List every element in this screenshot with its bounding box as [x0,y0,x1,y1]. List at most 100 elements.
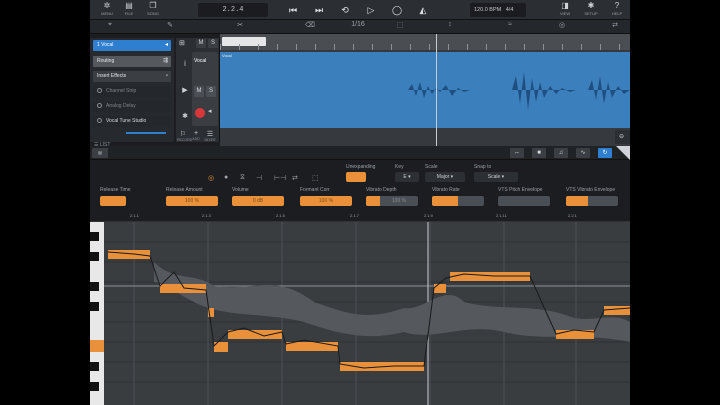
main-toolbar: ✲ MENU ▤ FILE ❐ SONG 2.2.4 ⏮ ⏭ ⟲ ▷ ◯ ◭ 1… [90,0,630,20]
tool-audio-icon[interactable]: ≈ [500,21,520,28]
tool-swap-icon[interactable]: ⇄ [605,21,625,29]
position-display[interactable]: 2.2.4 [198,3,268,17]
timeline-ruler[interactable] [220,34,630,50]
play-icon[interactable]: ▷ [364,3,378,17]
routing-item[interactable]: Routing ⇶ [93,56,171,67]
note-blob[interactable] [286,342,338,351]
arrangement-view[interactable]: Vocal ⊖ ⊕ [220,34,630,146]
channel-strip: ⊞ M S ⅰ ▶ ✱ Vocal M S ◂ ⚐ RECORD + ADD ☰ MI… [176,38,220,142]
note-blob[interactable] [160,284,206,293]
black-key[interactable] [90,362,99,371]
tool-listen-icon[interactable]: ◎ [552,21,572,29]
scale-select[interactable]: Major ▾ [425,172,465,182]
vibrato-envelope-field[interactable] [566,196,618,206]
black-key[interactable] [90,282,99,291]
piano-keyboard[interactable] [90,222,104,405]
volume-field[interactable]: 0 dB [232,196,284,206]
split-tool-icon[interactable]: ⇄ [292,174,298,182]
help-button[interactable]: ? HELP [606,1,628,19]
tool-split-icon[interactable]: ✂ [230,21,250,29]
settings-icon[interactable]: ✱ [179,112,191,120]
record-arm-button[interactable] [195,108,205,118]
black-key[interactable] [90,252,99,261]
fit-view-icon[interactable]: ⇔ [510,148,524,158]
active-key[interactable] [90,340,104,352]
view-button[interactable]: ◨ VIEW [554,1,576,19]
key-select[interactable]: E ▾ [395,172,419,182]
playhead[interactable] [436,34,437,146]
loop-region[interactable] [222,37,266,46]
release-time-field[interactable] [100,196,126,206]
solo-button[interactable]: S [208,39,218,48]
note-blob[interactable] [228,330,282,339]
stop-view-icon[interactable]: ■ [532,148,546,158]
track-mute-button[interactable]: M [194,86,204,97]
note-blob[interactable] [108,250,150,259]
formant-field[interactable]: 100 % [300,196,352,206]
effect-channel-strip[interactable]: Channel Strip [93,86,171,97]
menu-button[interactable]: ✲ MENU [96,1,118,19]
quantize-tool-icon[interactable]: ⊢⊣ [274,174,286,182]
song-button[interactable]: ❐ SONG [142,1,164,19]
mute-button[interactable]: M [196,39,206,48]
expand-icon[interactable]: ⊞ [179,39,185,47]
record-panel-button[interactable]: ⚐ RECORD [177,130,192,142]
black-key[interactable] [90,382,99,391]
tempo-display[interactable]: 120.0 BPM 4/4 [470,3,526,17]
dot-tool-icon[interactable]: ● [224,174,228,181]
forward-icon[interactable]: ⏭ [312,3,326,17]
effect-analog-delay[interactable]: Analog Delay [93,101,171,112]
melody-view-icon[interactable]: ♫ [554,148,568,158]
play-track-icon[interactable]: ▶ [179,86,191,94]
vibrato-depth-field[interactable]: 100 % [366,196,418,206]
setup-button[interactable]: ✱ SETUP [580,1,602,19]
pitch-editor-ruler[interactable]: 2.1.1 2.1.3 2.1.5 2.1.7 2.1.9 2.1.11 2.2… [90,212,630,222]
file-button[interactable]: ▤ FILE [118,1,140,19]
pitch-editor-roll[interactable] [90,222,630,405]
waveform-view-icon[interactable]: ∿ [576,148,590,158]
tool-bend-icon[interactable]: ↕ [440,21,460,28]
black-key[interactable] [90,232,99,241]
loop-view-icon[interactable]: ↻ [598,148,612,158]
track-vocal[interactable]: 1 Vocal ◂ [93,40,171,51]
metronome-icon[interactable]: ◭ [416,3,430,17]
info-icon[interactable]: ⅰ [179,60,191,68]
select-tool-icon[interactable]: ⬚ [312,174,319,182]
release-amount-field[interactable]: 100 % [166,196,218,206]
black-key[interactable] [90,302,99,311]
collapse-corner-icon[interactable] [616,146,630,160]
note-blob[interactable] [604,306,630,315]
edit-view-button[interactable]: ▤ [92,148,108,158]
vibrato-rate-field[interactable] [432,196,484,206]
mixer-button[interactable]: ☰ MIXER [204,130,216,142]
add-track-button[interactable]: + ADD [190,130,202,141]
insert-effects-header[interactable]: Insert Effects ▫ [93,71,171,82]
tool-pencil-icon[interactable]: ✎ [160,21,180,29]
record-icon[interactable]: ◯ [390,3,404,17]
power-icon[interactable] [97,103,102,109]
note-blob[interactable] [434,284,446,293]
tool-select-icon[interactable]: ⌖ [100,21,120,29]
track-solo-button[interactable]: S [206,86,216,97]
power-icon[interactable] [97,118,102,124]
fade-tool-icon[interactable]: ⧖ [240,174,245,182]
zoom-out-icon[interactable]: ⊖ [619,133,624,140]
tool-erase-icon[interactable]: ⌫ [300,21,320,29]
fader-bar[interactable] [126,132,166,134]
rewind-icon[interactable]: ⏮ [286,3,300,17]
snap-value[interactable]: 1/16 [348,21,368,28]
audio-clip[interactable]: Vocal [220,52,630,128]
power-icon[interactable] [97,88,102,94]
edit-tools-bar: ⌖ ✎ ✂ ⌫ 1/16 ⬚ ↕ ≈ ◎ ⇄ [90,20,630,34]
power-toggle-icon[interactable]: ◎ [208,174,214,182]
loop-icon[interactable]: ⟲ [338,3,352,17]
snap-to-select[interactable]: Scale ▾ [474,172,518,182]
track-dropdown-icon[interactable]: ◂ [165,40,168,51]
tool-range-icon[interactable]: ⬚ [390,21,410,29]
effect-vocal-tune-studio[interactable]: Vocal Tune Studio [93,116,171,127]
unexpanding-field[interactable] [346,172,366,182]
insert-add-icon[interactable]: ▫ [166,71,168,82]
center-tool-icon[interactable]: ⊣ [256,174,262,182]
monitor-icon[interactable]: ◂ [208,107,212,115]
pitch-envelope-field[interactable] [498,196,550,206]
